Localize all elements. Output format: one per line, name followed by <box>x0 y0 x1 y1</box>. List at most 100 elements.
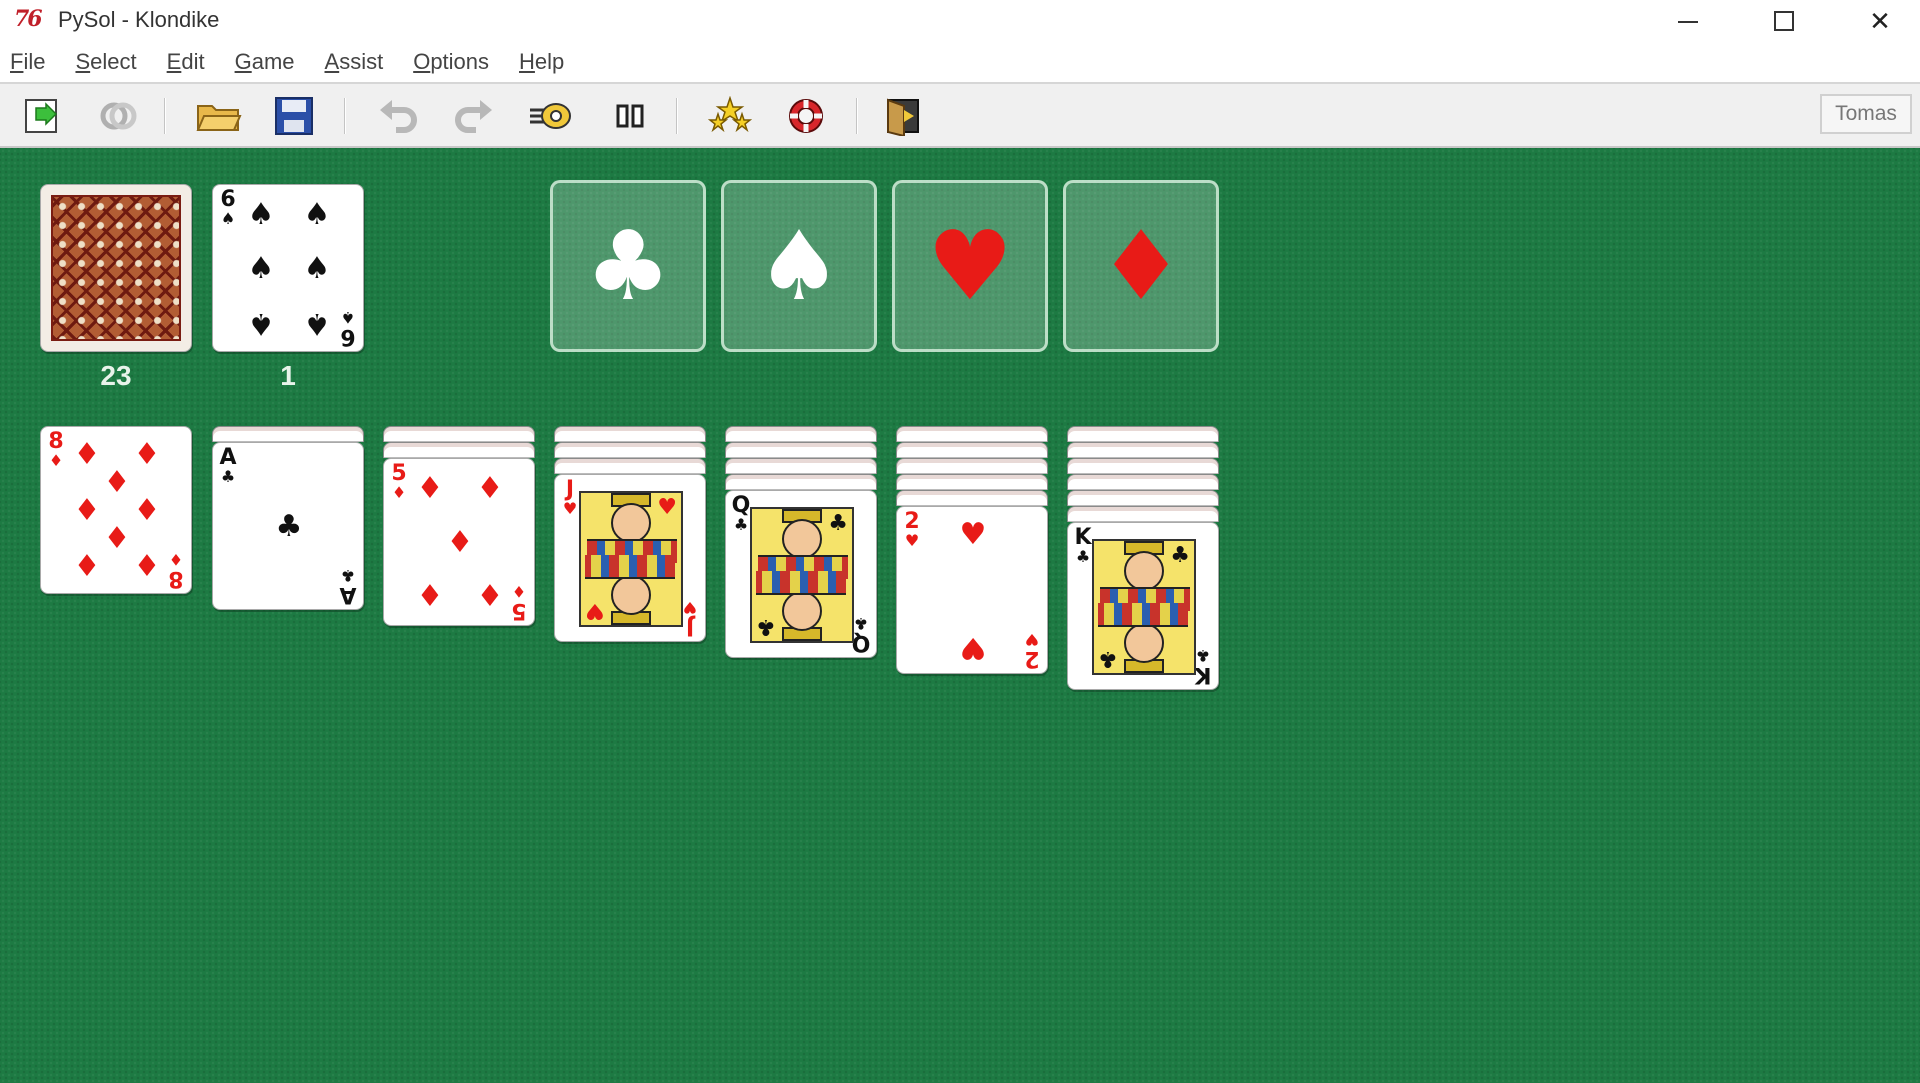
pip: ♦ <box>416 471 444 506</box>
pip: ♦ <box>416 579 444 614</box>
foundation-diamonds[interactable]: ♦ <box>1063 180 1219 352</box>
face-down-card <box>896 474 1048 490</box>
face-down-card <box>383 426 535 442</box>
menu-bar: File Select Edit Game Assist Options Hel… <box>0 42 1920 82</box>
face-down-card <box>554 442 706 458</box>
window-title: PySol - Klondike <box>58 7 220 32</box>
pip: ♦ <box>476 579 504 614</box>
tableau-6-top-card[interactable]: 2 ♥ 2 ♥ ♥ ♥ <box>896 506 1048 674</box>
tableau-1-top-card[interactable]: 8 ♦ 8 ♦ ♦ ♦ ♦ ♦ ♦ ♦ ♦ ♦ <box>40 426 192 594</box>
tableau-3-top-card[interactable]: 5 ♦ 5 ♦ ♦ ♦ ♦ ♦ ♦ <box>383 458 535 626</box>
toolbar-separator <box>344 98 346 134</box>
waste-count: 1 <box>280 360 296 391</box>
face-down-card <box>1067 506 1219 522</box>
menu-help[interactable]: Help <box>519 49 564 75</box>
face-down-card <box>1067 458 1219 474</box>
close-icon: ✕ <box>1869 5 1891 36</box>
spade-icon: ♠ <box>755 210 843 322</box>
face-down-card <box>1067 442 1219 458</box>
pip: ♦ <box>476 471 504 506</box>
maximize-icon <box>1774 11 1794 31</box>
tableau-4-top-card[interactable]: J ♥ J ♥ ♥ ♥ <box>554 474 706 642</box>
menu-options[interactable]: Options <box>413 49 489 75</box>
card-back-pattern <box>51 195 181 341</box>
save-button[interactable] <box>268 94 320 138</box>
game-table: 23 6 ♠ 6 ♠ ♠ ♠ ♠ ♠ ♠ ♠ 1 ♣ ♠ ♥ ♦ 8 ♦ 8 ♦ ♦ ♦… <box>0 148 1920 1083</box>
club-icon: ♣ <box>584 210 672 322</box>
undo-icon <box>380 100 417 133</box>
pip: ♠ <box>303 306 331 341</box>
face-down-card <box>1067 490 1219 506</box>
foundation-spades[interactable]: ♠ <box>721 180 877 352</box>
statistics-button[interactable] <box>704 94 756 138</box>
menu-select[interactable]: Select <box>75 49 136 75</box>
tableau-2-top-card[interactable]: A ♣ A ♣ ♣ <box>212 442 364 610</box>
face-down-card <box>725 426 877 442</box>
pip: ♠ <box>303 251 331 286</box>
pip: ♣ <box>275 509 303 544</box>
foundation-clubs[interactable]: ♣ <box>550 180 706 352</box>
pip: ♠ <box>247 197 275 232</box>
rules-icon <box>789 99 823 133</box>
minimize-icon <box>1678 21 1698 23</box>
face-down-card <box>383 442 535 458</box>
redo-button[interactable] <box>448 94 500 138</box>
queen-face-artwork: ♣ ♣ <box>750 507 854 643</box>
face-down-card <box>1067 474 1219 490</box>
new-game-icon <box>25 99 58 133</box>
restart-icon <box>100 102 137 130</box>
pip: ♦ <box>103 465 131 500</box>
tableau-7-top-card[interactable]: K ♣ K ♣ ♣ ♣ <box>1067 522 1219 690</box>
face-down-card <box>896 458 1048 474</box>
menu-edit[interactable]: Edit <box>167 49 205 75</box>
face-down-card <box>725 458 877 474</box>
pip: ♠ <box>303 197 331 232</box>
face-down-card <box>554 458 706 474</box>
pip: ♦ <box>133 437 161 472</box>
face-down-card <box>1067 426 1219 442</box>
pip: ♥ <box>959 630 987 665</box>
foundation-hearts[interactable]: ♥ <box>892 180 1048 352</box>
tableau-5-top-card[interactable]: Q ♣ Q ♣ ♣ ♣ <box>725 490 877 658</box>
king-face-artwork: ♣ ♣ <box>1092 539 1196 675</box>
face-down-card <box>896 426 1048 442</box>
pip: ♦ <box>103 521 131 556</box>
face-down-card <box>212 426 364 442</box>
toolbar-separator <box>164 98 166 134</box>
restart-button[interactable] <box>92 94 144 138</box>
player-name[interactable]: Tomas <box>1820 94 1912 134</box>
face-down-card <box>554 426 706 442</box>
pause-button[interactable] <box>604 94 656 138</box>
autodrop-button[interactable] <box>524 94 576 138</box>
menu-assist[interactable]: Assist <box>325 49 384 75</box>
face-down-card <box>725 442 877 458</box>
quit-button[interactable] <box>880 94 932 138</box>
redo-icon <box>455 100 492 133</box>
rules-button[interactable] <box>780 94 832 138</box>
new-game-button[interactable] <box>16 94 68 138</box>
app-logo: 76 <box>14 6 43 32</box>
open-button[interactable] <box>192 94 244 138</box>
pip: ♦ <box>73 549 101 584</box>
pip: ♦ <box>73 437 101 472</box>
close-button[interactable]: ✕ <box>1832 0 1920 42</box>
save-icon <box>275 97 313 135</box>
stock-pile[interactable] <box>40 184 192 352</box>
face-down-card <box>896 442 1048 458</box>
pip: ♠ <box>247 251 275 286</box>
jack-face-artwork: ♥ ♥ <box>579 491 683 627</box>
undo-button[interactable] <box>372 94 424 138</box>
waste-card[interactable]: 6 ♠ 6 ♠ ♠ ♠ ♠ ♠ ♠ ♠ <box>212 184 364 352</box>
toolbar: Tomas <box>0 82 1920 148</box>
title-bar: 76 PySol - Klondike ✕ <box>0 0 1920 42</box>
toolbar-separator <box>676 98 678 134</box>
quit-icon <box>887 98 919 136</box>
open-icon <box>196 105 242 131</box>
pip: ♦ <box>133 549 161 584</box>
minimize-button[interactable] <box>1640 0 1736 42</box>
pip: ♦ <box>133 493 161 528</box>
menu-file[interactable]: File <box>10 49 45 75</box>
statistics-icon <box>707 96 753 133</box>
menu-game[interactable]: Game <box>235 49 295 75</box>
maximize-button[interactable] <box>1736 0 1832 42</box>
